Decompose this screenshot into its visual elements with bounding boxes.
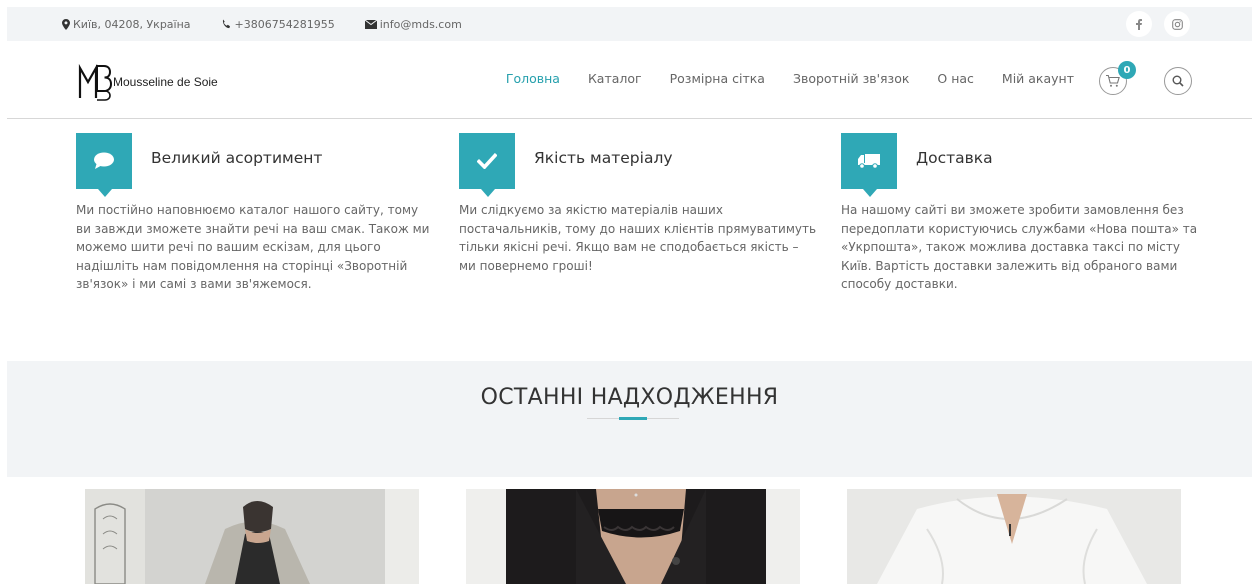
instagram-link[interactable] [1164, 11, 1190, 37]
envelope-icon [364, 19, 377, 29]
feature-text: Ми слідкуємо за якістю матеріалів наших … [459, 203, 817, 273]
section-title: ОСТАННІ НАДХОДЖЕННЯ [480, 385, 779, 410]
nav-item-feedback[interactable]: Зворотній зв'язок [793, 71, 909, 86]
check-icon [477, 153, 497, 169]
cart-icon [1106, 74, 1120, 87]
feature-icon-box [76, 133, 132, 197]
title-divider-accent [619, 417, 647, 420]
email-text[interactable]: info@mds.com [380, 18, 462, 31]
product-image[interactable] [85, 489, 419, 584]
site-logo[interactable]: Mousseline de Soie [77, 63, 218, 101]
facebook-icon [1136, 18, 1142, 30]
address: Київ, 04208, Україна [62, 18, 191, 31]
feature-icon-box [841, 133, 897, 197]
feature-title: Якість матеріалу [534, 149, 673, 167]
feature-text: На нашому сайті ви зможете зробити замов… [841, 203, 1198, 291]
top-bar: Київ, 04208, Україна +3806754281955 info… [7, 7, 1252, 41]
feature-title: Великий асортимент [151, 149, 323, 167]
truck-icon [858, 154, 880, 169]
instagram-icon [1171, 18, 1183, 30]
nav-item-catalog[interactable]: Каталог [588, 71, 642, 86]
phone[interactable]: +3806754281955 [221, 18, 335, 31]
search-icon [1172, 75, 1184, 87]
product-photo-white-shirt [847, 489, 1181, 584]
logo-text: Mousseline de Soie [113, 75, 218, 89]
feature-title: Доставка [916, 149, 993, 167]
phone-text[interactable]: +3806754281955 [235, 18, 335, 31]
phone-icon [222, 19, 230, 28]
search-button[interactable] [1164, 67, 1192, 95]
feature-text: Ми постійно наповнюємо каталог нашого са… [76, 203, 430, 291]
product-photo-jacket-woman [466, 489, 800, 584]
facebook-link[interactable] [1126, 11, 1152, 37]
latest-arrivals-section: ОСТАННІ НАДХОДЖЕННЯ [7, 361, 1252, 477]
address-text: Київ, 04208, Україна [73, 17, 191, 31]
feature-icon-box [459, 133, 515, 197]
chat-bubble-icon [94, 152, 114, 169]
product-image[interactable] [466, 489, 800, 584]
product-image[interactable] [847, 489, 1181, 584]
nav-item-size-chart[interactable]: Розмірна сітка [670, 71, 765, 86]
product-photo-shirt-man [85, 489, 419, 584]
contact-info: Київ, 04208, Україна +3806754281955 info… [62, 18, 492, 31]
nav-item-home[interactable]: Головна [506, 71, 560, 86]
nav-item-about[interactable]: О нас [937, 71, 974, 86]
nav-item-account[interactable]: Мій акаунт [1002, 71, 1074, 86]
email[interactable]: info@mds.com [364, 18, 462, 31]
mds-logo-mark [78, 63, 113, 101]
cart-button[interactable]: 0 [1099, 61, 1136, 95]
cart-count-badge: 0 [1118, 61, 1136, 79]
site-header: Mousseline de Soie Головна Каталог Розмі… [7, 41, 1252, 119]
social-links [1126, 11, 1190, 37]
main-nav: Головна Каталог Розмірна сітка Зворотній… [478, 71, 1074, 86]
map-marker-icon [62, 18, 70, 30]
